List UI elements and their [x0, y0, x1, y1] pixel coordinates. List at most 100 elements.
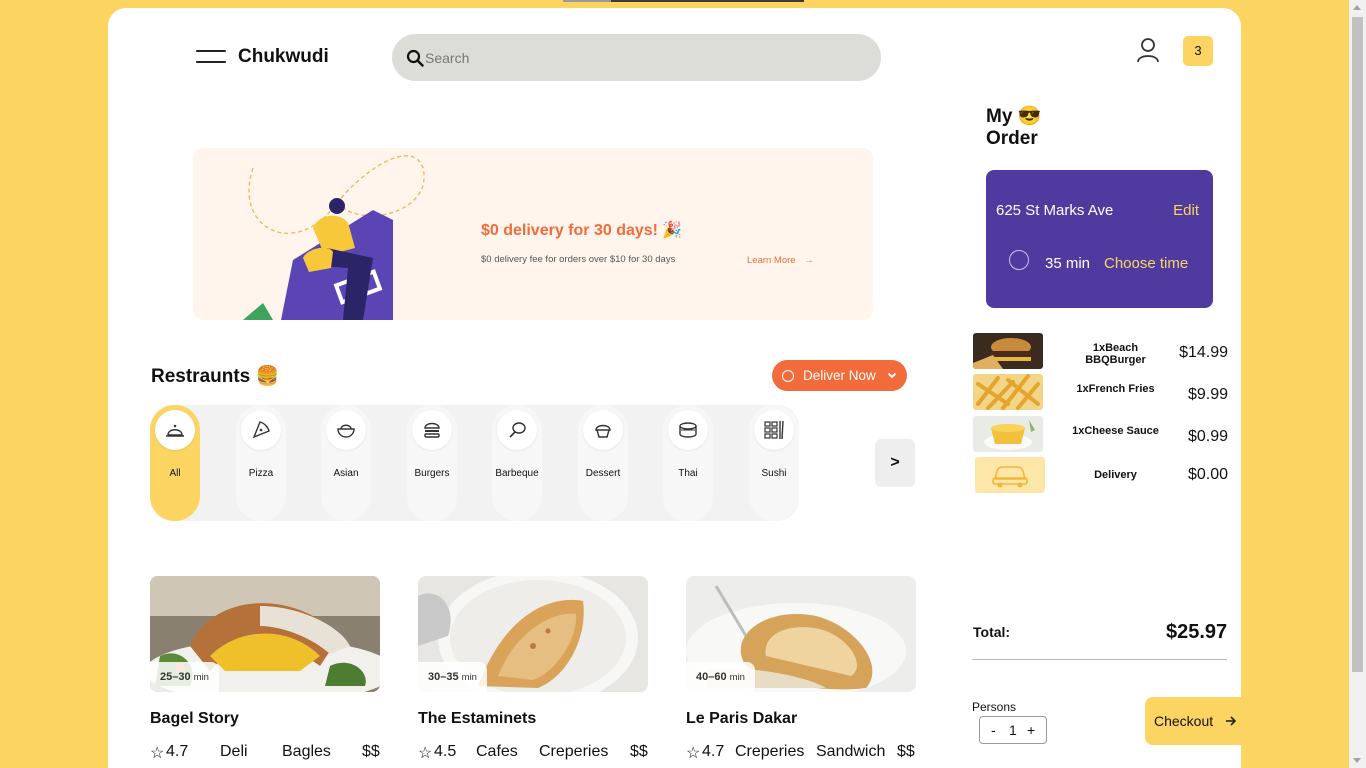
order-item[interactable]: 1xBeach BBQBurger $14.99 — [973, 333, 1228, 371]
restaurant-card[interactable]: 25–30 min Bagel Story ☆ 4.7 Deli Bagles … — [150, 576, 380, 762]
scroll-up-icon[interactable] — [1353, 5, 1361, 10]
delivery-time-unit: min — [193, 672, 209, 683]
price-level: $$ — [362, 743, 380, 760]
delivery-address: 625 St Marks Ave — [996, 202, 1114, 219]
brand-name: Chukwudi — [238, 46, 329, 67]
car-icon — [992, 466, 1028, 488]
delivery-time: 25–30 — [160, 671, 191, 683]
delivery-time-badge: 40–60 min — [686, 662, 755, 692]
restaurant-image: 25–30 min — [150, 576, 380, 692]
restaurant-name: Le Paris Dakar — [686, 710, 798, 727]
item-thumbnail — [973, 374, 1043, 410]
price-level: $$ — [630, 743, 648, 760]
cupcake-icon — [595, 424, 611, 438]
price-level: $$ — [897, 743, 915, 760]
dumpling-icon — [679, 422, 697, 438]
top-strip — [563, 0, 804, 2]
item-thumbnail — [973, 416, 1043, 452]
order-item[interactable]: 1xCheese Sauce $0.99 — [973, 416, 1228, 454]
item-name: Delivery — [1094, 469, 1137, 481]
checkout-label: Checkout — [1154, 713, 1214, 729]
order-item[interactable]: Delivery $0.00 — [973, 457, 1228, 495]
restaurant-tag: Cafes — [476, 743, 518, 760]
edit-address-link[interactable]: Edit — [1173, 202, 1199, 219]
chevron-down-icon — [887, 372, 897, 379]
sushi-icon — [764, 420, 784, 440]
category-sushi[interactable]: Sushi — [749, 405, 799, 521]
category-all[interactable]: All — [150, 405, 200, 521]
increment-button[interactable]: + — [1027, 722, 1035, 738]
restaurants-title: Restraunts 🍔 — [151, 366, 280, 387]
promo-banner: $0 delivery for 30 days! 🎉 $0 delivery f… — [193, 148, 873, 320]
arrow-right-icon: → — [804, 255, 814, 266]
menu-icon[interactable] — [196, 50, 226, 64]
category-asian[interactable]: Asian — [321, 405, 371, 521]
restaurant-tag: Bagles — [282, 743, 331, 760]
delivery-time-unit: min — [461, 672, 477, 683]
restaurant-name: The Estaminets — [418, 710, 537, 727]
category-barbeque[interactable]: Barbeque — [492, 405, 542, 521]
page-scrollbar[interactable] — [1349, 0, 1366, 768]
scroll-down-icon[interactable] — [1353, 758, 1361, 763]
restaurant-tag: Deli — [220, 743, 248, 760]
promo-title: $0 delivery for 30 days! 🎉 — [481, 222, 683, 239]
restaurant-card[interactable]: 40–60 min Le Paris Dakar ☆ 4.7 Creperies… — [686, 576, 916, 762]
persons-stepper[interactable]: - 1 + — [979, 716, 1047, 744]
search-bar[interactable] — [392, 34, 881, 81]
order-title-line1: My 😎 — [986, 106, 1042, 127]
meat-icon — [509, 422, 526, 438]
item-price: $0.99 — [1187, 428, 1228, 445]
restaurant-rating: 4.7 — [702, 743, 725, 760]
learn-more-link[interactable]: Learn More → — [747, 255, 814, 266]
restaurant-image: 30–35 min — [418, 576, 648, 692]
item-name: 1xBeach BBQBurger — [1085, 342, 1146, 366]
item-thumbnail — [973, 333, 1043, 369]
cloche-icon — [166, 424, 184, 437]
categories-next-button[interactable]: > — [875, 439, 915, 487]
checkout-button[interactable]: Checkout — [1145, 697, 1241, 745]
cart-count-badge[interactable]: 3 — [1183, 36, 1213, 66]
user-icon[interactable] — [1136, 37, 1160, 63]
delivery-eta: 35 min — [1045, 255, 1091, 272]
delivery-time: 40–60 — [696, 671, 727, 683]
item-price: $9.99 — [1187, 386, 1228, 403]
category-label: Dessert — [585, 468, 621, 479]
choose-time-link[interactable]: Choose time — [1104, 255, 1188, 272]
category-label: All — [169, 468, 181, 479]
star-icon: ☆ — [418, 745, 433, 762]
app-window: Chukwudi 3 $0 delivery for 30 days! 🎉 $0… — [108, 8, 1241, 768]
order-item[interactable]: 1xFrench Fries $9.99 — [973, 374, 1228, 412]
restaurant-tag: Sandwich — [816, 743, 886, 760]
total-label: Total: — [973, 624, 1011, 640]
restaurant-name: Bagel Story — [150, 710, 239, 727]
restaurant-rating: 4.7 — [166, 743, 189, 760]
category-strip: All Pizza Asian Burgers Barbeque Dessert… — [150, 405, 799, 521]
delivery-time-unit: min — [729, 672, 745, 683]
category-thai[interactable]: Thai — [663, 405, 713, 521]
category-dessert[interactable]: Dessert — [578, 405, 628, 521]
pizza-icon — [252, 421, 270, 439]
star-icon: ☆ — [150, 745, 165, 762]
item-thumbnail — [975, 457, 1045, 493]
persons-count: 1 — [1009, 722, 1017, 738]
restaurant-card[interactable]: 30–35 min The Estaminets ☆ 4.5 Cafes Cre… — [418, 576, 648, 762]
delivery-time-badge: 30–35 min — [418, 662, 487, 692]
category-label: Thai — [678, 468, 698, 479]
search-input[interactable] — [425, 34, 865, 81]
order-title: My 😎 Order — [986, 106, 1041, 150]
arrow-right-icon — [1226, 716, 1237, 726]
delivery-time: 30–35 — [428, 671, 459, 683]
deliver-now-label: Deliver Now — [803, 368, 876, 383]
order-title-line2: Order — [986, 128, 1038, 149]
category-label: Burgers — [414, 468, 450, 479]
category-burgers[interactable]: Burgers — [407, 405, 457, 521]
item-name: 1xFrench Fries — [1076, 383, 1155, 395]
category-pizza[interactable]: Pizza — [236, 405, 286, 521]
decrement-button[interactable]: - — [991, 722, 996, 738]
scrollbar-thumb[interactable] — [1352, 17, 1363, 672]
deliver-now-button[interactable]: Deliver Now — [772, 360, 907, 391]
delivery-illustration — [243, 155, 425, 320]
item-price: $14.99 — [1179, 344, 1228, 361]
delivery-time-badge: 25–30 min — [150, 662, 219, 692]
learn-more-label: Learn More — [747, 255, 796, 266]
